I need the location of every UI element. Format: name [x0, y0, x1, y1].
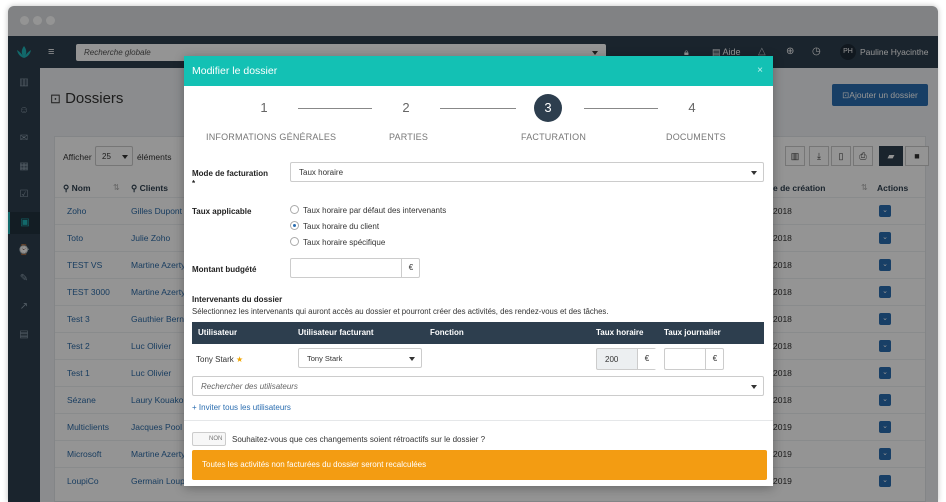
warning-text: Toutes les activités non facturées du do…: [202, 460, 427, 469]
column-taux-horaire: Taux horaire: [596, 328, 644, 337]
retroactive-toggle[interactable]: NON: [192, 432, 226, 446]
star-icon: ★: [236, 355, 244, 364]
column-facturant: Utilisateur facturant: [298, 328, 374, 337]
retroactive-question: Souhaitez-vous que ces changements soien…: [232, 435, 486, 444]
budget-label: Montant budgété: [192, 265, 257, 274]
intervenants-table-header: Utilisateur Utilisateur facturant Foncti…: [192, 322, 764, 344]
chevron-down-icon: [751, 171, 757, 175]
taux-radio-button[interactable]: [290, 237, 299, 246]
intervenants-title: Intervenants du dossier: [192, 295, 283, 304]
taux-label: Taux applicable: [192, 207, 252, 216]
billing-mode-value: Taux horaire: [299, 168, 344, 177]
currency-addon: €: [637, 349, 656, 369]
facturant-value: Tony Stark: [307, 354, 343, 363]
modal-header: Modifier le dossier ×: [184, 56, 773, 86]
step-3-label[interactable]: FACTURATION: [521, 132, 586, 142]
required-marker: *: [192, 179, 196, 188]
chevron-down-icon: [409, 357, 415, 361]
mode-label: Mode de facturation: [192, 169, 269, 178]
facturant-select[interactable]: Tony Stark: [298, 348, 422, 368]
taux-option-label[interactable]: Taux horaire du client: [303, 222, 379, 231]
step-3-circle[interactable]: 3: [534, 94, 562, 122]
divider: [184, 420, 773, 421]
taux-horaire-value: 200: [605, 355, 619, 364]
search-users-placeholder: Rechercher des utilisateurs: [201, 382, 298, 391]
search-users-input[interactable]: Rechercher des utilisateurs: [192, 376, 764, 396]
taux-option-label[interactable]: Taux horaire spécifique: [303, 238, 385, 247]
column-taux-journalier: Taux journalier: [664, 328, 721, 337]
taux-horaire-input[interactable]: 200 €: [596, 348, 656, 370]
step-connector: [440, 108, 516, 109]
step-2-label[interactable]: PARTIES: [389, 132, 428, 142]
budget-input[interactable]: €: [290, 258, 420, 278]
taux-option-label[interactable]: Taux horaire par défaut des intervenants: [303, 206, 446, 215]
invite-all-link[interactable]: + Inviter tous les utilisateurs: [192, 403, 291, 412]
warning-alert: Toutes les activités non facturées du do…: [192, 450, 767, 480]
currency-addon: €: [401, 259, 420, 277]
chevron-down-icon: [751, 385, 757, 389]
close-icon[interactable]: ×: [757, 56, 763, 86]
step-4-circle[interactable]: 4: [678, 94, 706, 122]
currency-addon: €: [705, 349, 724, 369]
step-1-circle[interactable]: 1: [250, 94, 278, 122]
step-2-circle[interactable]: 2: [392, 94, 420, 122]
billing-mode-select[interactable]: Taux horaire: [290, 162, 764, 182]
taux-journalier-input[interactable]: €: [664, 348, 724, 370]
toggle-state-label: NON: [209, 436, 223, 442]
step-connector: [298, 108, 372, 109]
taux-radio-button[interactable]: [290, 221, 299, 230]
step-4-label[interactable]: DOCUMENTS: [666, 132, 726, 142]
intervenant-name: Tony Stark ★: [196, 355, 243, 364]
intervenant-name-text: Tony Stark: [196, 355, 234, 364]
taux-radio-button[interactable]: [290, 205, 299, 214]
intervenants-description: Sélectionnez les intervenants qui auront…: [192, 307, 609, 316]
step-1-label[interactable]: INFORMATIONS GÉNÉRALES: [206, 132, 336, 142]
column-utilisateur: Utilisateur: [198, 328, 238, 337]
step-connector: [584, 108, 658, 109]
modal-title: Modifier le dossier: [192, 65, 278, 77]
edit-dossier-modal: Modifier le dossier × 1 2 3 4 INFORMATIO…: [184, 56, 773, 486]
column-fonction: Fonction: [430, 328, 464, 337]
